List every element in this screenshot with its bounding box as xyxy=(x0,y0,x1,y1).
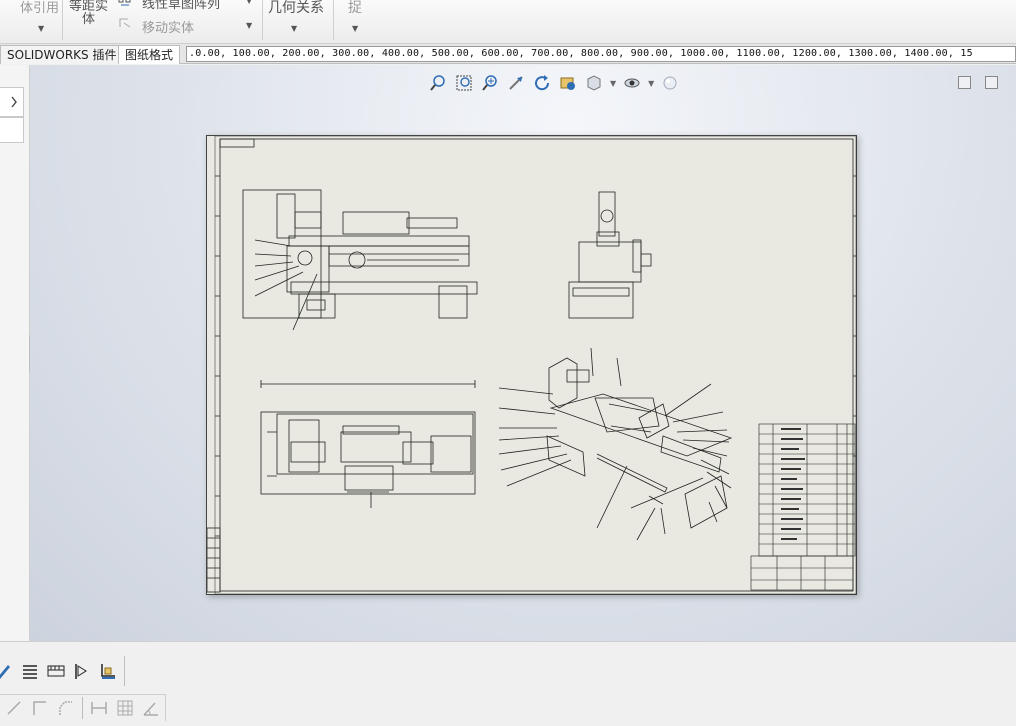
maximize-viewport-button[interactable] xyxy=(985,76,998,89)
linear-sketch-pattern-button[interactable]: 线性草图阵列 xyxy=(142,0,220,12)
move-entity-icon xyxy=(119,18,131,28)
slash-icon[interactable] xyxy=(4,698,24,718)
sketch-toolbar-row xyxy=(0,694,166,721)
ribbon: 体引用 ▼ 等距实 体 线性草图阵列 ▼ 移动实体 ▼ 几何关系 ▼ 捉 ▼ xyxy=(0,0,1016,44)
dimension-icon[interactable] xyxy=(89,698,109,718)
ruler-marks: .0.00, 100.00, 200.00, 300.00, 400.00, 5… xyxy=(189,48,973,59)
ribbon-divider xyxy=(62,0,63,40)
chevron-down-icon[interactable]: ▼ xyxy=(648,79,654,88)
pan-icon[interactable] xyxy=(506,73,526,93)
offset-body-button-line2[interactable]: 体 xyxy=(82,8,95,27)
tab-solidworks-addins[interactable]: SOLIDWORKS 插件 xyxy=(0,45,124,64)
ribbon-divider xyxy=(262,0,263,40)
chevron-down-icon[interactable]: ▼ xyxy=(246,0,252,5)
flag-icon[interactable] xyxy=(72,661,92,681)
appearance-icon[interactable] xyxy=(660,73,680,93)
graphics-area[interactable]: ▼ ▼ xyxy=(30,65,1016,641)
chevron-down-icon[interactable]: ▼ xyxy=(246,21,252,30)
pencil-icon[interactable] xyxy=(0,661,14,681)
datum-icon[interactable] xyxy=(98,661,118,681)
grid-icon[interactable] xyxy=(115,698,135,718)
drawing-sheet[interactable] xyxy=(206,135,857,595)
angle-icon[interactable] xyxy=(141,698,161,718)
chamfer-icon[interactable] xyxy=(56,698,76,718)
corner-icon[interactable] xyxy=(30,698,50,718)
rotate-icon[interactable] xyxy=(532,73,552,93)
lathe-drawing-views xyxy=(206,135,857,595)
snap-button[interactable]: 捉 xyxy=(348,0,362,17)
chevron-down-icon[interactable]: ▼ xyxy=(352,24,358,33)
lines-icon[interactable] xyxy=(20,661,40,681)
bottom-toolbar xyxy=(0,641,1016,726)
body-reference-button[interactable]: 体引用 xyxy=(20,0,59,16)
annotation-toolbar-row xyxy=(0,656,125,686)
linear-pattern-icon xyxy=(118,0,131,6)
zoom-to-area-icon[interactable] xyxy=(454,73,474,93)
chevron-right-icon xyxy=(11,96,17,108)
display-style-icon[interactable] xyxy=(584,73,604,93)
move-entity-button[interactable]: 移动实体 xyxy=(142,17,194,36)
restore-viewport-button[interactable] xyxy=(958,76,971,89)
tab-sheet-format[interactable]: 图纸格式 xyxy=(118,45,181,64)
toolbar-divider xyxy=(82,697,83,719)
feature-manager-panel xyxy=(0,65,37,641)
chevron-down-icon[interactable]: ▼ xyxy=(291,24,297,33)
hide-show-icon[interactable] xyxy=(622,73,642,93)
panel-expand-button[interactable] xyxy=(0,87,24,117)
zoom-in-out-icon[interactable] xyxy=(480,73,500,93)
heads-up-view-toolbar: ▼ ▼ xyxy=(428,73,680,93)
zoom-to-fit-icon[interactable] xyxy=(428,73,448,93)
ribbon-divider xyxy=(333,0,334,40)
ruler: .0.00, 100.00, 200.00, 300.00, 400.00, 5… xyxy=(186,46,1016,62)
solidworks-window: 体引用 ▼ 等距实 体 线性草图阵列 ▼ 移动实体 ▼ 几何关系 ▼ 捉 ▼ S… xyxy=(0,0,1016,726)
chevron-down-icon[interactable]: ▼ xyxy=(38,24,44,33)
chevron-down-icon[interactable]: ▼ xyxy=(610,79,616,88)
relations-button[interactable]: 几何关系 xyxy=(268,0,324,17)
command-manager-tabs: SOLIDWORKS 插件 图纸格式 .0.00, 100.00, 200.00… xyxy=(0,44,1016,64)
panel-filter-box[interactable] xyxy=(0,117,24,143)
toolbar-divider xyxy=(124,656,125,686)
previous-view-icon[interactable] xyxy=(558,73,578,93)
hatch-icon[interactable] xyxy=(46,661,66,681)
